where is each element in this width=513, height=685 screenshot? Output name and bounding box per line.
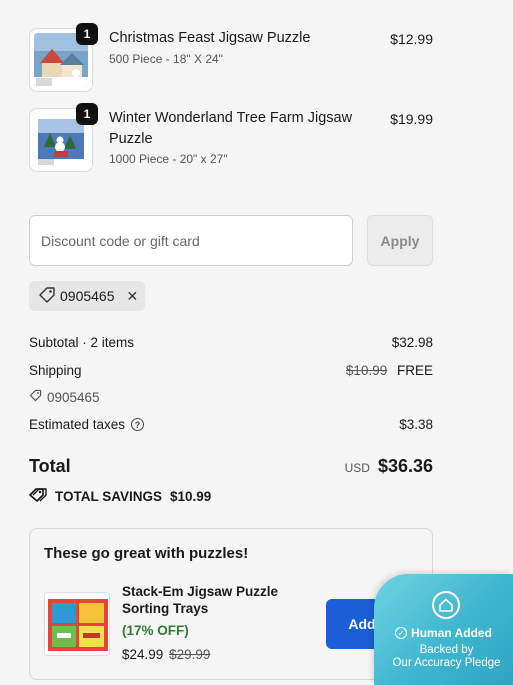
accuracy-pledge-badge[interactable]: ✓ Human Added Backed by Our Accuracy Ple… (374, 574, 513, 685)
badge-title-row: ✓ Human Added (374, 626, 513, 640)
taxes-row: Estimated taxes ? $3.38 (29, 417, 433, 432)
total-row: Total USD $36.36 (29, 456, 433, 477)
currency-code: USD (344, 461, 370, 475)
taxes-label: Estimated taxes (29, 417, 126, 432)
apply-discount-button[interactable]: Apply (367, 215, 433, 266)
savings-value: $10.99 (170, 489, 212, 504)
help-icon[interactable]: ? (131, 418, 145, 431)
upsell-card: These go great with puzzles! Stack-Em Ji… (29, 528, 433, 680)
savings-label: TOTAL SAVINGS (55, 489, 163, 504)
home-shield-icon (432, 591, 460, 619)
shipping-label: Shipping (29, 363, 82, 378)
shipping-original-price: $10.99 (345, 363, 388, 378)
total-label: Total (29, 456, 71, 476)
quantity-badge: 1 (76, 23, 98, 45)
badge-title: Human Added (411, 626, 492, 640)
upsell-discount: (17% OFF) (122, 623, 189, 638)
total-savings: TOTAL SAVINGS $10.99 (29, 487, 211, 506)
remove-code-icon[interactable]: ✕ (127, 288, 139, 305)
taxes-value: $3.38 (399, 417, 433, 432)
shipping-row: Shipping $10.99 FREE (29, 363, 433, 378)
product-thumbnail: 1 (29, 23, 98, 92)
badge-subtitle: Backed by Our Accuracy Pledge (374, 644, 513, 670)
shipping-value: FREE (396, 363, 433, 378)
tag-icon (38, 286, 56, 307)
shipping-code-text: 0905465 (47, 389, 100, 405)
discount-code-input[interactable] (29, 215, 353, 266)
badge-subtitle-line1: Backed by (419, 644, 474, 656)
badge-subtitle-line2: Our Accuracy Pledge (392, 657, 501, 669)
item-price: $19.99 (390, 111, 433, 127)
subtotal-row: Subtotal · 2 items $32.98 (29, 335, 433, 350)
upsell-original-price: $29.99 (169, 647, 211, 662)
upsell-product-image (44, 592, 110, 656)
total-value-group: USD $36.36 (345, 456, 433, 477)
upsell-heading: These go great with puzzles! (44, 545, 249, 562)
item-title: Winter Wonderland Tree Farm Jigsaw Puzzl… (109, 110, 353, 147)
item-variant: 500 Piece - 18" X 24" (109, 52, 223, 66)
total-value: $36.36 (377, 456, 433, 476)
upsell-price: $24.99 (122, 647, 164, 662)
upsell-price-group: $24.99 $29.99 (122, 647, 216, 662)
cart-item: 1 Christmas Feast Jigsaw Puzzle 500 Piec… (29, 23, 433, 92)
check-circle-icon: ✓ (395, 627, 408, 639)
shipping-discount-row: 0905465 (29, 389, 433, 405)
item-price: $12.99 (390, 31, 433, 47)
applied-code-text: 0905465 (60, 288, 115, 304)
subtotal-value: $32.98 (391, 335, 433, 350)
tag-icon (29, 389, 42, 405)
item-variant: 1000 Piece - 20" x 27" (109, 152, 228, 166)
shipping-value-group: $10.99 FREE (346, 363, 433, 378)
quantity-badge: 1 (76, 103, 98, 125)
applied-discount-chip: 0905465 ✕ (29, 281, 145, 311)
cart-item: 1 Winter Wonderland Tree Farm Jigsaw Puz… (29, 103, 433, 172)
tag-icon (29, 487, 47, 506)
product-thumbnail: 1 (29, 103, 98, 172)
upsell-product-name[interactable]: Stack-Em Jigsaw Puzzle Sorting Trays (122, 583, 302, 617)
taxes-label-group: Estimated taxes ? (29, 417, 145, 432)
item-title: Christmas Feast Jigsaw Puzzle (109, 30, 311, 46)
subtotal-label: Subtotal · 2 items (29, 335, 135, 350)
